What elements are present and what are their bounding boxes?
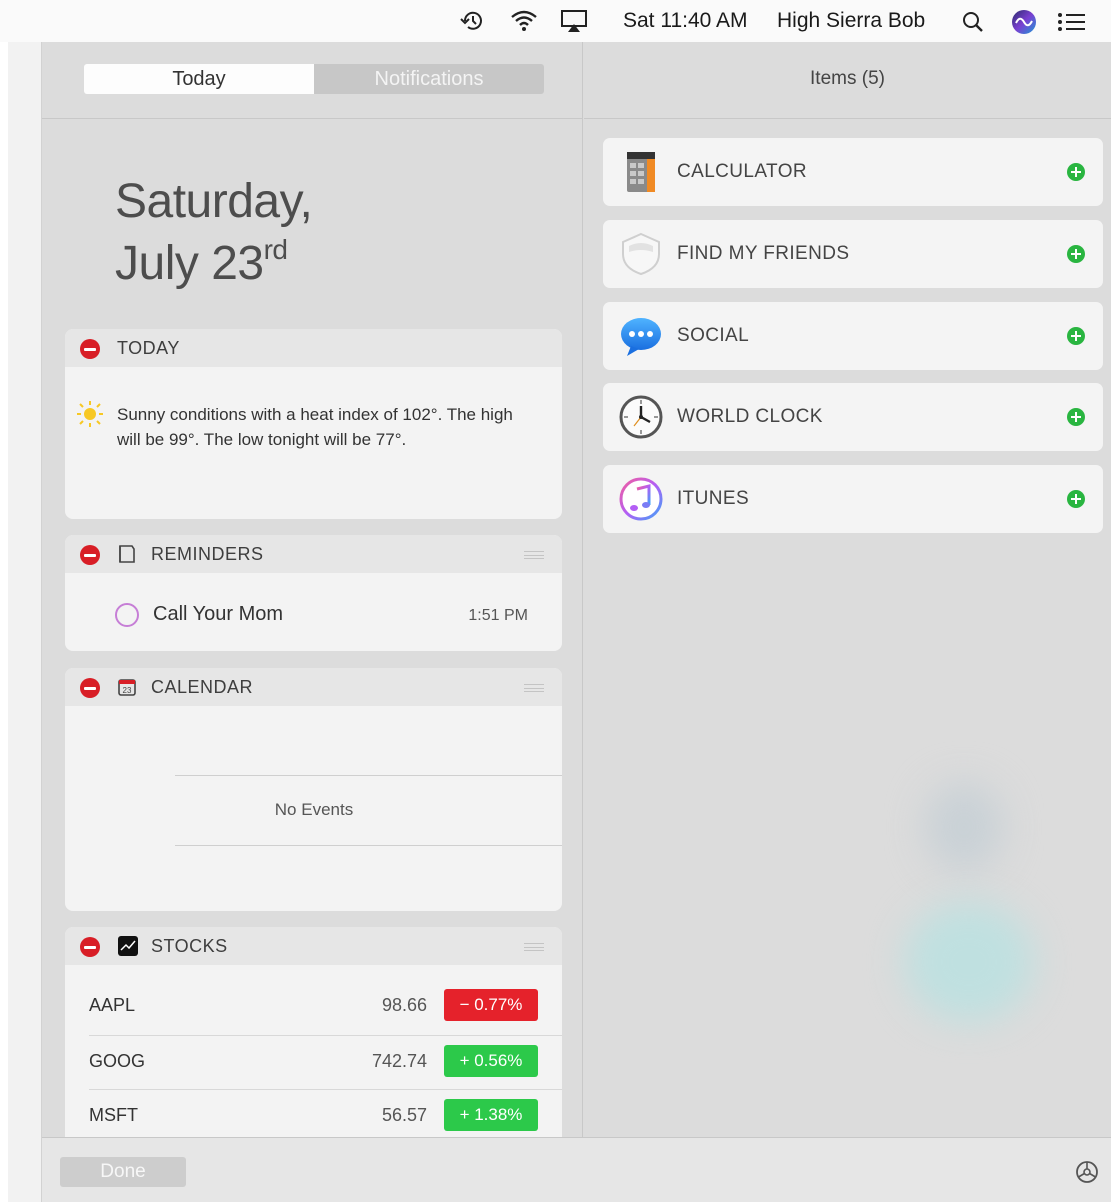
airplay-icon[interactable] [559, 8, 589, 39]
stock-symbol: AAPL [89, 995, 136, 1015]
tab-today[interactable]: Today [84, 64, 314, 94]
stock-row[interactable]: MSFT 56.57 + 1.38% [65, 1089, 562, 1137]
widget-header: REMINDERS [65, 535, 562, 573]
stock-change-badge[interactable]: + 0.56% [444, 1045, 538, 1077]
remove-widget-button[interactable] [80, 937, 100, 957]
social-icon [617, 312, 665, 360]
item-calculator[interactable]: CALCULATOR [603, 138, 1103, 206]
item-label: CALCULATOR [677, 161, 807, 182]
widget-title: REMINDERS [151, 544, 264, 564]
no-events-label: No Events [274, 800, 354, 819]
date-day: July 23rd [115, 234, 288, 291]
calendar-widget: 23 CALENDAR No Events [65, 668, 562, 911]
background-blur [924, 782, 1004, 872]
items-column: Items (5) CALCULATOR FIND MY FRIENDS SOC… [584, 42, 1111, 1137]
calendar-divider [175, 845, 562, 846]
widget-header: 23 CALENDAR [65, 668, 562, 706]
calendar-icon: 23 [116, 676, 138, 703]
stock-price: 742.74 [371, 1051, 427, 1071]
date-ordinal-suffix: rd [263, 234, 288, 265]
svg-text:23: 23 [123, 686, 132, 695]
bottom-toolbar: Done [42, 1137, 1111, 1202]
stocks-icon [118, 936, 138, 961]
widget-header: TODAY [65, 329, 562, 367]
find-my-friends-icon [617, 230, 665, 278]
itunes-icon [617, 475, 665, 523]
stock-symbol: GOOG [89, 1051, 146, 1071]
stock-row[interactable]: AAPL 98.66 − 0.77% [65, 979, 562, 1033]
today-widget: TODAY Sunny conditions with a heat index… [65, 329, 562, 519]
drag-handle-icon[interactable] [524, 684, 544, 692]
stocks-widget: STOCKS AAPL 98.66 − 0.77% GOOG 742.74 + … [65, 927, 562, 1137]
reminders-icon [116, 543, 138, 570]
add-widget-button[interactable] [1067, 327, 1085, 345]
header-divider [42, 118, 583, 119]
stock-change-badge[interactable]: − 0.77% [444, 989, 538, 1021]
sun-icon [75, 399, 105, 434]
date-month-day: July 23 [115, 237, 264, 290]
add-widget-button[interactable] [1067, 245, 1085, 263]
stock-change-badge[interactable]: + 1.38% [444, 1099, 538, 1131]
menu-bar: Sat 11:40 AM High Sierra Bob [0, 0, 1111, 42]
calendar-divider [175, 775, 562, 776]
wifi-icon[interactable] [509, 8, 539, 39]
menubar-user[interactable]: High Sierra Bob [777, 0, 925, 42]
drag-handle-icon[interactable] [524, 943, 544, 951]
item-label: ITUNES [677, 488, 750, 509]
menubar-clock[interactable]: Sat 11:40 AM [623, 0, 748, 42]
stock-price: 56.57 [381, 1105, 427, 1125]
stock-symbol: MSFT [89, 1105, 138, 1125]
world-clock-icon [617, 393, 665, 441]
item-find-my-friends[interactable]: FIND MY FRIENDS [603, 220, 1103, 288]
item-itunes[interactable]: ITUNES [603, 465, 1103, 533]
date-weekday: Saturday, [115, 175, 313, 228]
add-widget-button[interactable] [1067, 490, 1085, 508]
add-widget-button[interactable] [1067, 163, 1085, 181]
items-count-label: Items (5) [810, 68, 885, 89]
reminder-checkbox[interactable] [115, 603, 139, 627]
item-label: FIND MY FRIENDS [677, 243, 850, 264]
reminders-widget: REMINDERS Call Your Mom 1:51 PM [65, 535, 562, 651]
header-divider [584, 118, 1111, 119]
spotlight-search-icon[interactable] [961, 10, 985, 39]
siri-icon[interactable] [1011, 9, 1037, 40]
item-label: SOCIAL [677, 325, 750, 346]
item-label: WORLD CLOCK [677, 406, 823, 427]
done-button[interactable]: Done [60, 1157, 186, 1187]
widget-title: CALENDAR [151, 677, 254, 697]
widget-title: TODAY [117, 338, 180, 358]
view-segmented-control: Today Notifications [84, 64, 544, 94]
item-social[interactable]: SOCIAL [603, 302, 1103, 370]
stock-row[interactable]: GOOG 742.74 + 0.56% [65, 1035, 562, 1089]
desktop-edge [0, 42, 42, 1202]
widget-title: STOCKS [151, 936, 228, 956]
stock-price: 98.66 [381, 995, 427, 1015]
notification-center-icon[interactable] [1057, 12, 1087, 37]
notification-center-panel: Today Notifications Saturday, July 23rd … [42, 42, 1111, 1202]
reminder-title: Call Your Mom [153, 603, 284, 625]
settings-icon[interactable] [1075, 1160, 1099, 1184]
widget-header: STOCKS [65, 927, 562, 965]
time-machine-icon[interactable] [459, 8, 487, 39]
add-widget-button[interactable] [1067, 408, 1085, 426]
drag-handle-icon[interactable] [524, 551, 544, 559]
forecast-text: Sunny conditions with a heat index of 10… [117, 405, 513, 449]
remove-widget-button[interactable] [80, 678, 100, 698]
remove-widget-button[interactable] [80, 339, 100, 359]
tab-notifications[interactable]: Notifications [314, 64, 544, 94]
remove-widget-button[interactable] [80, 545, 100, 565]
item-world-clock[interactable]: WORLD CLOCK [603, 383, 1103, 451]
today-column: Today Notifications Saturday, July 23rd … [42, 42, 583, 1137]
calculator-icon [617, 148, 665, 196]
background-blur [904, 902, 1034, 1022]
reminder-time: 1:51 PM [468, 607, 528, 624]
